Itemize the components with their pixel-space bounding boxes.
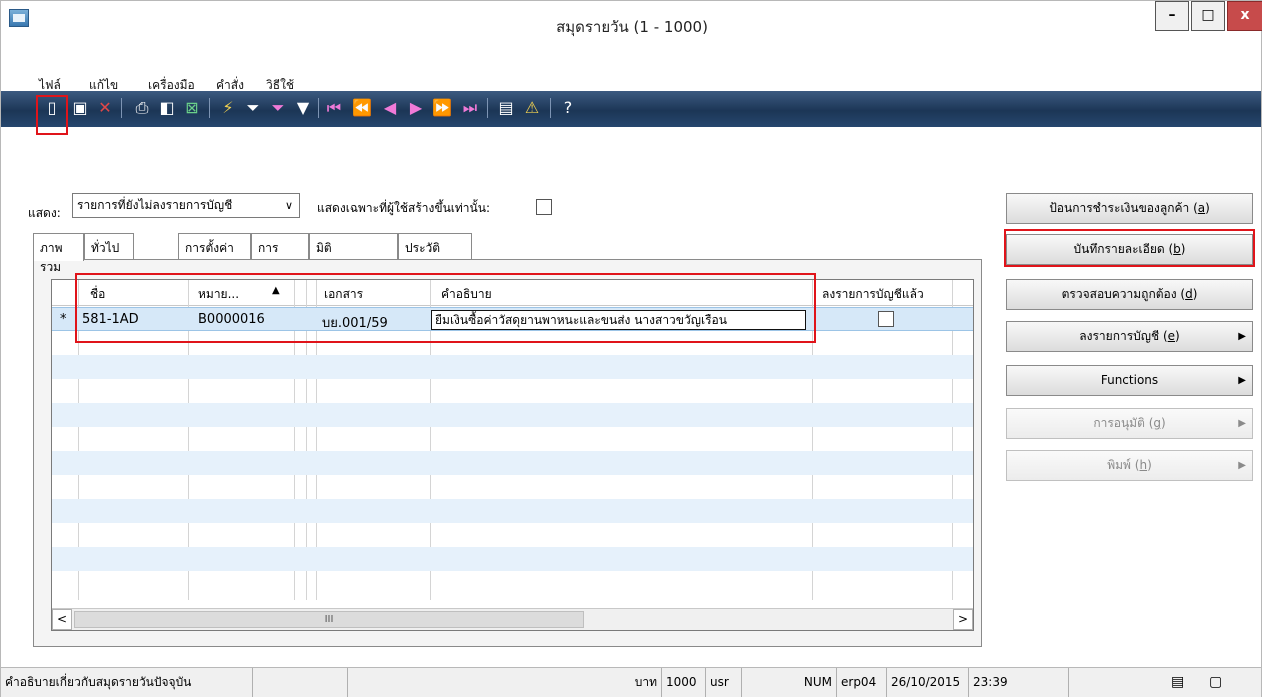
show-filter-label: แสดง: [28,206,61,220]
export-excel-icon[interactable]: ⊠ [181,97,203,119]
table-row[interactable] [52,499,973,523]
customer-payment-button[interactable]: ป้อนการชำระเงินของลูกค้า (a) [1006,193,1253,224]
close-button[interactable]: x [1227,1,1262,31]
status-log-icon[interactable]: ▢ [1209,668,1222,696]
toolbar-separator [487,98,488,118]
highlight-line-fields [75,273,816,343]
save-icon[interactable]: ▣ [69,97,91,119]
tab-blocking[interactable]: การบล็อค [251,233,309,274]
submenu-arrow-icon: ▶ [1238,331,1246,342]
status-server: erp04 [837,668,887,697]
table-row[interactable] [52,427,973,451]
remove-filter-icon[interactable]: ▼ [292,97,314,119]
maximize-button[interactable]: □ [1191,1,1225,31]
filter-by-selection-icon[interactable]: ⚡ [217,97,239,119]
table-row[interactable] [52,571,973,595]
toolbar-separator [209,98,210,118]
print-button[interactable]: พิมพ์ (h) ▶ [1006,450,1253,481]
next-page-icon[interactable]: ⏩ [431,97,453,119]
first-record-icon[interactable]: ⏮ [323,97,345,119]
table-row[interactable] [52,475,973,499]
toolbar-separator [121,98,122,118]
cell-posted-checkbox[interactable] [878,311,894,327]
status-date: 26/10/2015 [887,668,969,697]
alert-icon[interactable]: ⚠ [521,97,543,119]
status-icons-area: ▤ ▢ [1069,668,1261,697]
toolbar-separator [550,98,551,118]
previous-record-icon[interactable]: ◀ [379,97,401,119]
scroll-right-icon[interactable]: > [953,609,973,630]
advanced-filter-icon[interactable]: ⏷ [267,97,289,119]
submenu-arrow-icon: ▶ [1238,418,1246,429]
horizontal-scrollbar[interactable]: < III > [52,608,973,630]
chevron-down-icon: ∨ [284,199,293,212]
journal-window: สมุดรายวัน (1 - 1000) – □ x ไฟล์ แก้ไข เ… [0,0,1262,697]
row-marker: * [60,312,67,327]
status-db-icon[interactable]: ▤ [1171,668,1184,696]
status-time: 23:39 [969,668,1069,697]
table-row[interactable] [52,547,973,571]
scroll-left-icon[interactable]: < [52,609,72,630]
status-bar: คำอธิบายเกี่ยวกับสมุดรายวันปัจจุบัน บาท … [1,667,1261,697]
minimize-button[interactable]: – [1155,1,1189,31]
functions-button[interactable]: Functions ▶ [1006,365,1253,396]
show-filter-select[interactable]: รายการที่ยังไม่ลงรายการบัญชี ∨ [72,193,300,218]
status-user: usr [706,668,742,697]
status-numlock: NUM [742,668,837,697]
attachments-icon[interactable]: ▤ [495,97,517,119]
status-empty [253,668,348,697]
scroll-thumb[interactable]: III [74,611,584,628]
approval-button[interactable]: การอนุมัติ (g) ▶ [1006,408,1253,439]
title-bar: สมุดรายวัน (1 - 1000) – □ x [1,1,1262,47]
user-created-only-checkbox[interactable] [536,199,552,215]
submenu-arrow-icon: ▶ [1238,460,1246,471]
tab-general[interactable]: ทั่วไป [84,233,134,259]
show-filter-value: รายการที่ยังไม่ลงรายการบัญชี [77,198,233,212]
tab-overview[interactable]: ภาพรวม [33,233,84,274]
next-record-icon[interactable]: ▶ [405,97,427,119]
menu-bar: ไฟล์ แก้ไข เครื่องมือ คำสั่ง วิธีใช้ [1,48,1261,92]
toolbar-separator [318,98,319,118]
status-company: 1000 [662,668,706,697]
print-preview-icon[interactable]: ◧ [156,97,178,119]
column-header-posted[interactable]: ลงรายการบัญชีแล้ว [822,285,924,304]
highlight-record-details [1004,229,1255,267]
table-row[interactable] [52,451,973,475]
table-row[interactable] [52,379,973,403]
help-icon[interactable]: ? [557,97,579,119]
validate-button[interactable]: ตรวจสอบความถูกต้อง (d) [1006,279,1253,310]
post-button[interactable]: ลงรายการบัญชี (e) ▶ [1006,321,1253,352]
toolbar: ▯ ▣ ✕ ⎙ ◧ ⊠ ⚡ ⏷ ⏷ ▼ ⏮ ⏪ ◀ ▶ ⏩ ⏭ ▤ ⚠ ? [1,91,1261,127]
status-message: คำอธิบายเกี่ยวกับสมุดรายวันปัจจุบัน [1,668,253,697]
window-title: สมุดรายวัน (1 - 1000) [556,18,708,36]
previous-page-icon[interactable]: ⏪ [351,97,373,119]
last-record-icon[interactable]: ⏭ [459,97,481,119]
submenu-arrow-icon: ▶ [1238,375,1246,386]
delete-icon[interactable]: ✕ [94,97,116,119]
tab-history[interactable]: ประวัติ [398,233,472,259]
tab-dimensions[interactable]: มิติ [309,233,398,259]
status-currency: บาท [348,668,662,697]
print-icon[interactable]: ⎙ [131,97,153,119]
table-row[interactable] [52,355,973,379]
table-row[interactable] [52,523,973,547]
highlight-new-button [36,95,68,135]
table-row[interactable] [52,403,973,427]
tab-setup[interactable]: การตั้งค่า [178,233,251,259]
filter-by-grid-icon[interactable]: ⏷ [242,97,264,119]
user-created-only-label: แสดงเฉพาะที่ผู้ใช้สร้างขึ้นเท่านั้น: [317,201,490,215]
